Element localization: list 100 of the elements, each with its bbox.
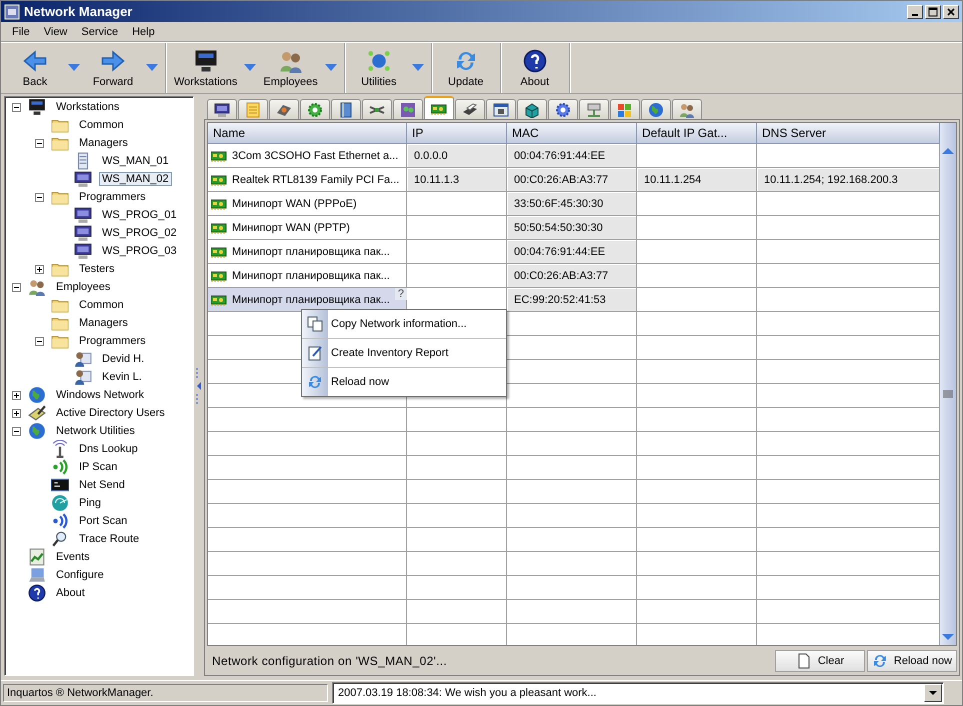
notepad-icon xyxy=(245,102,261,118)
tab[interactable] xyxy=(455,99,485,119)
log-combobox[interactable]: 2007.03.19 18:08:34: We wish you a pleasant work... xyxy=(332,682,944,704)
menu-item[interactable]: File xyxy=(5,26,37,38)
tab[interactable] xyxy=(424,96,454,119)
tree-item[interactable]: Configure xyxy=(53,568,107,582)
menu-item[interactable]: Copy Network information... xyxy=(302,310,506,339)
tree-item[interactable]: WS_MAN_01 xyxy=(99,154,172,168)
table-cell[interactable]: Минипорт WAN (PPTP) xyxy=(208,216,407,240)
radar-icon xyxy=(51,494,69,512)
tree-item[interactable]: WS_PROG_01 xyxy=(99,208,180,222)
panel-button[interactable]: Reload now xyxy=(867,650,957,672)
tab[interactable] xyxy=(362,99,392,119)
table-cell: 50:50:54:50:30:30 xyxy=(507,216,637,240)
tree-toggle[interactable] xyxy=(12,408,21,418)
tree-item[interactable]: Port Scan xyxy=(76,514,130,528)
hint-mark[interactable]: ? xyxy=(394,288,407,300)
tree-item[interactable]: Devid H. xyxy=(99,352,148,366)
tree-item[interactable]: Programmers xyxy=(76,334,149,348)
tree-item[interactable]: Kevin L. xyxy=(99,370,145,384)
status-text: Network configuration on 'WS_MAN_02'... xyxy=(211,654,448,668)
menu-item[interactable]: Help xyxy=(125,26,162,38)
tree-item[interactable]: Trace Route xyxy=(76,532,142,546)
menu-item[interactable]: Service xyxy=(74,26,126,38)
tree-toggle[interactable] xyxy=(35,138,44,148)
tree-item[interactable]: Dns Lookup xyxy=(76,442,141,456)
table-cell[interactable]: Минипорт планировщика пак... xyxy=(208,240,407,264)
tree-item[interactable]: Windows Network xyxy=(53,388,148,402)
tab[interactable] xyxy=(517,99,547,119)
toolbar-button[interactable]: Utilities xyxy=(348,43,409,93)
book-icon xyxy=(338,102,354,118)
tree-item[interactable]: Workstations xyxy=(53,100,122,114)
person-icon xyxy=(74,350,92,368)
tree-toggle[interactable] xyxy=(35,264,44,274)
caret-icon xyxy=(244,64,256,72)
printer-icon xyxy=(462,102,478,118)
tree-item[interactable]: Common xyxy=(76,298,127,312)
tab[interactable] xyxy=(207,99,237,119)
tree-item[interactable]: WS_MAN_02 xyxy=(99,172,172,186)
table-cell[interactable]: Минипорт планировщика пак... ? xyxy=(208,288,407,312)
tree-item[interactable]: Programmers xyxy=(76,190,149,204)
close-button[interactable] xyxy=(943,4,959,18)
scroll-up-icon[interactable] xyxy=(942,147,954,155)
tree-item[interactable]: Common xyxy=(76,118,127,132)
column-header[interactable]: Default IP Gat... xyxy=(637,123,757,144)
tree-toggle[interactable] xyxy=(12,390,21,400)
tree-toggle[interactable] xyxy=(12,102,21,112)
tab[interactable] xyxy=(548,99,578,119)
tree-toggle[interactable] xyxy=(12,282,21,292)
tree-toggle[interactable] xyxy=(35,336,44,346)
table-cell[interactable]: Минипорт WAN (PPPoE) xyxy=(208,192,407,216)
tree-item[interactable]: WS_PROG_03 xyxy=(99,244,180,258)
signal-icon xyxy=(51,512,69,530)
tab[interactable] xyxy=(269,99,299,119)
table-cell[interactable]: 3Com 3CSOHO Fast Ethernet a... xyxy=(208,144,407,168)
tab[interactable] xyxy=(486,99,516,119)
toolbar-button[interactable]: Forward xyxy=(83,43,143,93)
monitor-icon xyxy=(214,102,230,118)
collapse-arrow-icon[interactable] xyxy=(196,366,202,406)
menu-item[interactable]: View xyxy=(36,26,74,38)
menu-item[interactable]: Reload now xyxy=(302,368,506,396)
column-header[interactable]: DNS Server xyxy=(757,123,940,144)
tree-toggle[interactable] xyxy=(12,426,21,436)
tree-item[interactable]: Managers xyxy=(76,316,131,330)
toolbar-button[interactable]: Update xyxy=(436,43,496,93)
tree-item[interactable]: Testers xyxy=(76,262,118,276)
scroll-down-icon[interactable] xyxy=(942,633,954,641)
laptop-icon xyxy=(28,566,46,584)
minimize-button[interactable] xyxy=(907,4,923,18)
tree-item[interactable]: Ping xyxy=(76,496,104,510)
tree-toggle[interactable] xyxy=(35,192,44,202)
panel-button[interactable]: Clear xyxy=(775,650,865,672)
document-icon xyxy=(796,653,812,669)
tree-item[interactable]: Net Send xyxy=(76,478,128,492)
toolbar-button[interactable]: Workstations xyxy=(170,43,242,93)
scrollbar[interactable] xyxy=(940,123,956,645)
toolbar-button[interactable]: Employees xyxy=(259,43,322,93)
maximize-button[interactable] xyxy=(925,4,941,18)
tree-item[interactable]: Network Utilities xyxy=(53,424,138,438)
tree-item[interactable]: Employees xyxy=(53,280,114,294)
toolbar-button[interactable]: Back xyxy=(5,43,65,93)
column-header[interactable]: IP xyxy=(407,123,507,144)
menu-item[interactable]: Create Inventory Report xyxy=(302,339,506,368)
tree-item[interactable]: Active Directory Users xyxy=(53,406,168,420)
window-icon xyxy=(493,102,509,118)
tree-item[interactable]: WS_PROG_02 xyxy=(99,226,180,240)
tab[interactable] xyxy=(331,99,361,119)
people-icon xyxy=(679,102,695,118)
table-cell: EC:99:20:52:41:53 xyxy=(507,288,637,312)
toolbar-button[interactable]: About xyxy=(504,43,565,93)
tree-item[interactable]: Managers xyxy=(76,136,131,150)
tree-item[interactable]: IP Scan xyxy=(76,460,120,474)
column-header[interactable]: MAC xyxy=(507,123,637,144)
person-icon xyxy=(74,368,92,386)
tab[interactable] xyxy=(579,99,609,119)
table-cell[interactable]: Realtek RTL8139 Family PCI Fa... xyxy=(208,168,407,192)
people-icon xyxy=(400,102,416,118)
tree-item[interactable]: Events xyxy=(53,550,93,564)
column-header[interactable]: Name xyxy=(208,123,407,144)
tree-item[interactable]: About xyxy=(53,586,88,600)
